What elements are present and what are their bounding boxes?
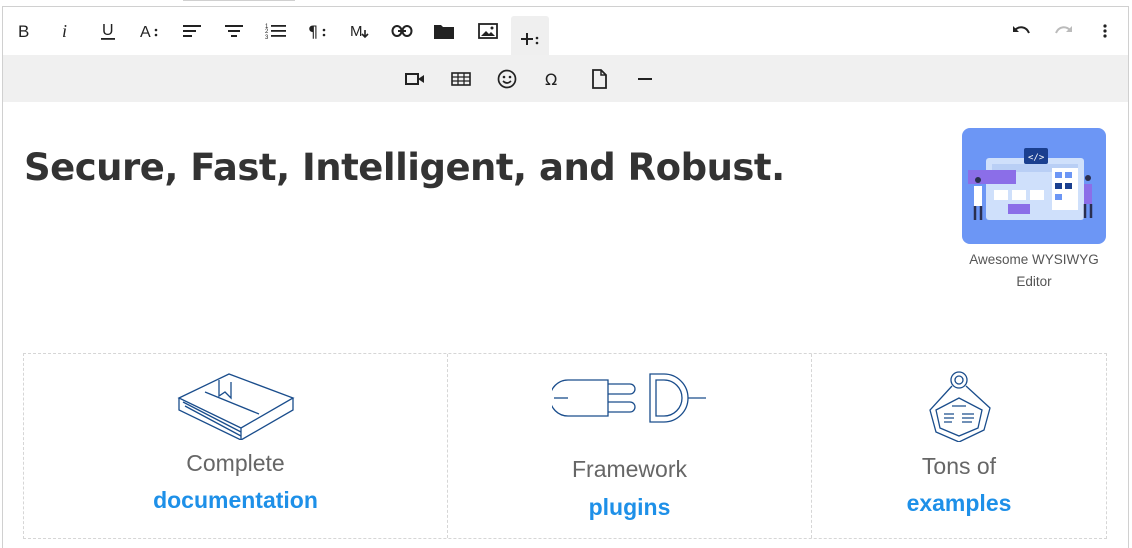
font-size-icon: A xyxy=(140,24,158,40)
link-button[interactable] xyxy=(384,17,420,45)
bold-icon: B xyxy=(18,22,29,40)
paragraph-button[interactable]: ¶ xyxy=(300,17,336,45)
horizontal-line-button[interactable] xyxy=(629,65,661,93)
markdown-button[interactable]: M xyxy=(342,17,378,45)
editor-content[interactable]: Secure, Fast, Intelligent, and Robust. <… xyxy=(3,102,1128,548)
more-options-button[interactable] xyxy=(1087,17,1123,45)
feature-cell-examples: Tons of examples xyxy=(811,354,1106,538)
emoji-icon xyxy=(497,69,517,89)
ordered-list-button[interactable]: 123 xyxy=(258,17,294,45)
primary-toolbar: B i U A 123 ¶ M xyxy=(3,7,1128,56)
svg-text:M: M xyxy=(350,23,363,40)
link-icon xyxy=(391,25,413,37)
undo-icon xyxy=(1013,26,1030,34)
document-icon xyxy=(592,69,607,89)
plug-icon xyxy=(548,368,708,431)
redo-button[interactable] xyxy=(1046,17,1082,45)
file-manager-button[interactable] xyxy=(426,17,462,45)
markdown-icon: M xyxy=(350,23,369,40)
secondary-toolbar: Ω xyxy=(3,55,1128,102)
italic-icon: i xyxy=(62,22,67,40)
special-char-icon: Ω xyxy=(545,70,557,88)
image-icon xyxy=(478,23,498,39)
insert-table-button[interactable] xyxy=(445,65,477,93)
ordered-list-icon: 123 xyxy=(265,24,286,40)
formats-button[interactable] xyxy=(216,17,252,45)
feature-text: Framework xyxy=(571,456,687,482)
examples-icon xyxy=(922,370,996,447)
formats-icon xyxy=(225,25,243,37)
folder-icon xyxy=(434,25,454,39)
svg-text:A: A xyxy=(140,24,151,40)
insert-video-button[interactable] xyxy=(399,65,431,93)
align-button[interactable] xyxy=(174,17,210,45)
feature-cell-plugins: Framework plugins xyxy=(447,354,811,538)
redo-icon xyxy=(1055,26,1072,34)
caption-line: Awesome WYSIWYG xyxy=(969,252,1099,267)
horizontal-line-icon xyxy=(638,78,652,80)
svg-text:</>: </> xyxy=(1028,153,1045,163)
wysiwyg-illustration[interactable]: </> xyxy=(962,128,1106,244)
more-vertical-icon xyxy=(1103,24,1107,38)
bold-button[interactable]: B xyxy=(6,17,42,45)
feature-text: Complete xyxy=(186,450,285,476)
plugins-link[interactable]: plugins xyxy=(448,494,811,521)
figure-caption: Awesome WYSIWYG Editor xyxy=(962,249,1106,293)
documentation-link[interactable]: documentation xyxy=(24,487,447,514)
page-title: Secure, Fast, Intelligent, and Robust. xyxy=(24,146,785,189)
paragraph-icon: ¶ xyxy=(308,22,326,40)
image-button[interactable] xyxy=(470,17,506,45)
examples-link[interactable]: examples xyxy=(812,490,1106,517)
svg-text:¶: ¶ xyxy=(308,22,318,40)
plus-icon xyxy=(521,33,539,45)
video-icon xyxy=(405,73,424,85)
figure: </> Awesome WYSIWYG Editor xyxy=(962,128,1106,293)
underline-button[interactable]: U xyxy=(90,17,126,45)
special-characters-button[interactable]: Ω xyxy=(537,65,569,93)
feature-text: Tons of xyxy=(921,453,997,479)
svg-text:B: B xyxy=(18,22,29,40)
table-icon xyxy=(451,72,471,86)
insert-more-button[interactable] xyxy=(511,16,549,56)
align-left-icon xyxy=(183,25,201,37)
feature-cell-documentation: Complete documentation xyxy=(24,354,447,538)
underline-icon: U xyxy=(101,22,115,40)
svg-text:i: i xyxy=(62,22,67,40)
features-table: Complete documentation Framework plugins xyxy=(23,353,1107,539)
italic-button[interactable]: i xyxy=(48,17,84,45)
insert-emoji-button[interactable] xyxy=(491,65,523,93)
svg-text:3: 3 xyxy=(265,35,269,40)
svg-text:U: U xyxy=(102,22,114,39)
svg-text:Ω: Ω xyxy=(545,70,557,88)
book-icon xyxy=(175,368,297,445)
font-size-button[interactable]: A xyxy=(132,17,168,45)
undo-button[interactable] xyxy=(1003,17,1039,45)
caption-line: Editor xyxy=(1016,274,1052,289)
insert-document-button[interactable] xyxy=(583,65,615,93)
